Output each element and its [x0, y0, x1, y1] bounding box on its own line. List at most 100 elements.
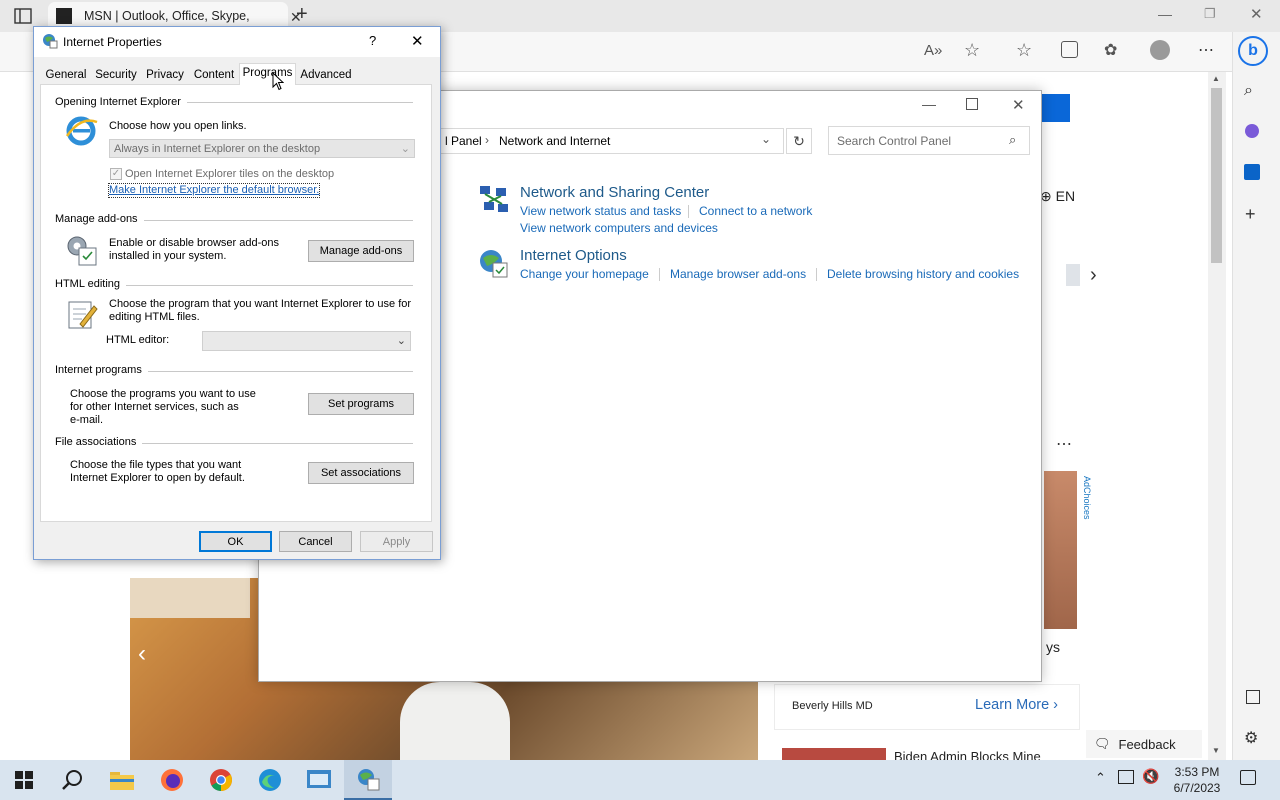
cp-minimize-icon[interactable]: —	[922, 96, 936, 112]
notifications-icon[interactable]	[1240, 770, 1256, 785]
tab-security[interactable]: Security	[92, 66, 140, 85]
carousel-prev-icon[interactable]: ‹	[138, 640, 146, 668]
network-sharing-center-link[interactable]: Network and Sharing Center	[520, 184, 709, 201]
ad-image[interactable]	[1044, 471, 1077, 629]
make-default-browser-link[interactable]: Make Internet Explorer the default brows…	[107, 183, 321, 198]
mouse-cursor-icon	[272, 72, 284, 91]
language-label: EN	[1055, 188, 1076, 204]
html-editing-description-line2: editing HTML files.	[109, 311, 200, 323]
connect-to-network-link[interactable]: Connect to a network	[699, 204, 812, 218]
learn-more-link[interactable]: Learn More ›	[975, 697, 1058, 713]
html-editor-select[interactable]: ⌄	[202, 331, 411, 351]
tab-title: MSN | Outlook, Office, Skype, Bing	[84, 9, 254, 23]
tab-general[interactable]: General	[44, 66, 88, 85]
html-editor-icon	[66, 298, 98, 330]
volume-muted-icon[interactable]: 🔇	[1142, 768, 1159, 785]
ok-button[interactable]: OK	[199, 531, 272, 552]
show-hidden-icons[interactable]: ⌃	[1095, 770, 1106, 786]
sidebar-office-icon[interactable]	[1245, 124, 1259, 138]
carousel-next-icon[interactable]: ›	[1090, 264, 1097, 287]
collections-icon[interactable]	[1061, 41, 1078, 58]
sidebar-add-icon[interactable]: +	[1245, 204, 1256, 225]
window-minimize-icon[interactable]: —	[1158, 6, 1172, 22]
feedback-button[interactable]: 🗨 Feedback	[1086, 730, 1202, 758]
view-network-computers-link[interactable]: View network computers and devices	[520, 221, 718, 235]
internet-options-icon	[478, 248, 510, 280]
internet-programs-line1: Choose the programs you want to use	[70, 388, 256, 400]
hero-photo-sky	[130, 578, 250, 618]
dialog-close-icon[interactable]: ✕	[411, 32, 424, 50]
open-ie-tiles-checkbox[interactable]: ✓	[110, 168, 122, 180]
addons-description-line2: installed in your system.	[109, 250, 227, 262]
profile-avatar[interactable]	[1150, 40, 1170, 60]
html-editor-label: HTML editor:	[106, 334, 170, 346]
more-options-icon[interactable]: ⋯	[1056, 434, 1072, 454]
manage-browser-addons-link[interactable]: Manage browser add-ons	[670, 267, 806, 281]
tab-programs[interactable]: Programs	[239, 63, 296, 85]
carousel-thumb	[1066, 264, 1080, 286]
tab-actions-icon[interactable]	[14, 8, 32, 24]
internet-options-link[interactable]: Internet Options	[520, 247, 627, 264]
apply-button[interactable]: Apply	[360, 531, 433, 552]
edge-icon[interactable]	[246, 760, 294, 800]
news-thumbnail[interactable]	[782, 748, 886, 760]
cp-address-bar[interactable]: l Panel › Network and Internet ⌄	[440, 128, 784, 154]
ad-card[interactable]: Beverly Hills MD Learn More ›	[774, 684, 1080, 730]
ad-choices-label[interactable]: AdChoices	[1080, 476, 1092, 540]
tab-content[interactable]: Content	[190, 66, 238, 85]
scroll-up-icon[interactable]: ▲	[1212, 74, 1220, 83]
window-restore-icon[interactable]: ❐	[1204, 6, 1216, 22]
select-chevron-icon: ⌄	[400, 143, 410, 155]
taskbar-clock[interactable]: 3:53 PM 6/7/2023	[1168, 764, 1226, 796]
start-button[interactable]	[0, 760, 48, 800]
cp-refresh-icon[interactable]: ↻	[786, 128, 812, 154]
set-programs-button[interactable]: Set programs	[308, 393, 414, 415]
internet-properties-icon	[42, 33, 58, 49]
breadcrumb-root[interactable]: l Panel	[445, 134, 482, 148]
read-aloud-icon[interactable]: A»	[924, 42, 942, 59]
news-title-partial[interactable]: Biden Admin Blocks Mine	[894, 750, 1074, 760]
bing-chat-icon[interactable]: b	[1238, 36, 1268, 66]
control-panel-taskbar-icon[interactable]	[295, 760, 343, 800]
set-associations-button[interactable]: Set associations	[308, 462, 414, 484]
cp-close-icon[interactable]: ✕	[1012, 96, 1025, 114]
scroll-down-icon[interactable]: ▼	[1212, 746, 1220, 755]
sidebar-settings-icon[interactable]: ⚙	[1244, 728, 1258, 748]
network-sharing-icon	[478, 184, 510, 216]
new-tab-button[interactable]: +	[296, 3, 308, 26]
dialog-title: Internet Properties	[63, 35, 162, 49]
cp-search-icon[interactable]: ⌕	[1009, 132, 1016, 148]
window-close-icon[interactable]: ✕	[1250, 5, 1263, 23]
chrome-icon[interactable]	[197, 760, 245, 800]
page-scrollbar-thumb[interactable]	[1211, 88, 1222, 263]
firefox-icon[interactable]	[148, 760, 196, 800]
internet-properties-taskbar-icon[interactable]	[344, 760, 392, 800]
settings-more-icon[interactable]: ⋯	[1198, 40, 1214, 60]
delete-browsing-history-link[interactable]: Delete browsing history and cookies	[827, 267, 1019, 281]
file-explorer-icon[interactable]	[98, 760, 146, 800]
manage-addons-group-label: Manage add-ons	[55, 213, 144, 225]
network-tray-icon[interactable]	[1118, 770, 1134, 784]
taskbar-search-icon[interactable]	[48, 760, 96, 800]
tab-advanced[interactable]: Advanced	[298, 66, 354, 85]
manage-addons-button[interactable]: Manage add-ons	[308, 240, 414, 262]
favorites-icon[interactable]: ☆	[1016, 40, 1032, 61]
sidebar-outlook-icon[interactable]	[1244, 164, 1260, 180]
extensions-icon[interactable]: ✿	[1104, 40, 1117, 60]
change-homepage-link[interactable]: Change your homepage	[520, 267, 649, 281]
open-links-select[interactable]: Always in Internet Explorer on the deskt…	[109, 139, 415, 158]
dialog-help-button[interactable]: ?	[369, 33, 376, 48]
favorite-star-icon[interactable]: ☆	[964, 40, 980, 61]
view-network-status-link[interactable]: View network status and tasks	[520, 204, 681, 218]
cp-search-placeholder: Search Control Panel	[837, 134, 952, 148]
cancel-button[interactable]: Cancel	[279, 531, 352, 552]
address-dropdown-icon[interactable]: ⌄	[761, 132, 771, 146]
tab-privacy[interactable]: Privacy	[144, 66, 186, 85]
language-selector[interactable]: ⊕ EN	[1040, 188, 1075, 205]
addons-description-line1: Enable or disable browser add-ons	[109, 237, 279, 249]
sidebar-search-icon[interactable]: ⌕	[1244, 82, 1253, 100]
cp-maximize-icon[interactable]	[966, 98, 978, 110]
sidebar-panel-icon[interactable]	[1246, 690, 1260, 704]
breadcrumb-current[interactable]: Network and Internet	[499, 134, 610, 148]
cp-search-input[interactable]: Search Control Panel ⌕	[828, 126, 1030, 155]
